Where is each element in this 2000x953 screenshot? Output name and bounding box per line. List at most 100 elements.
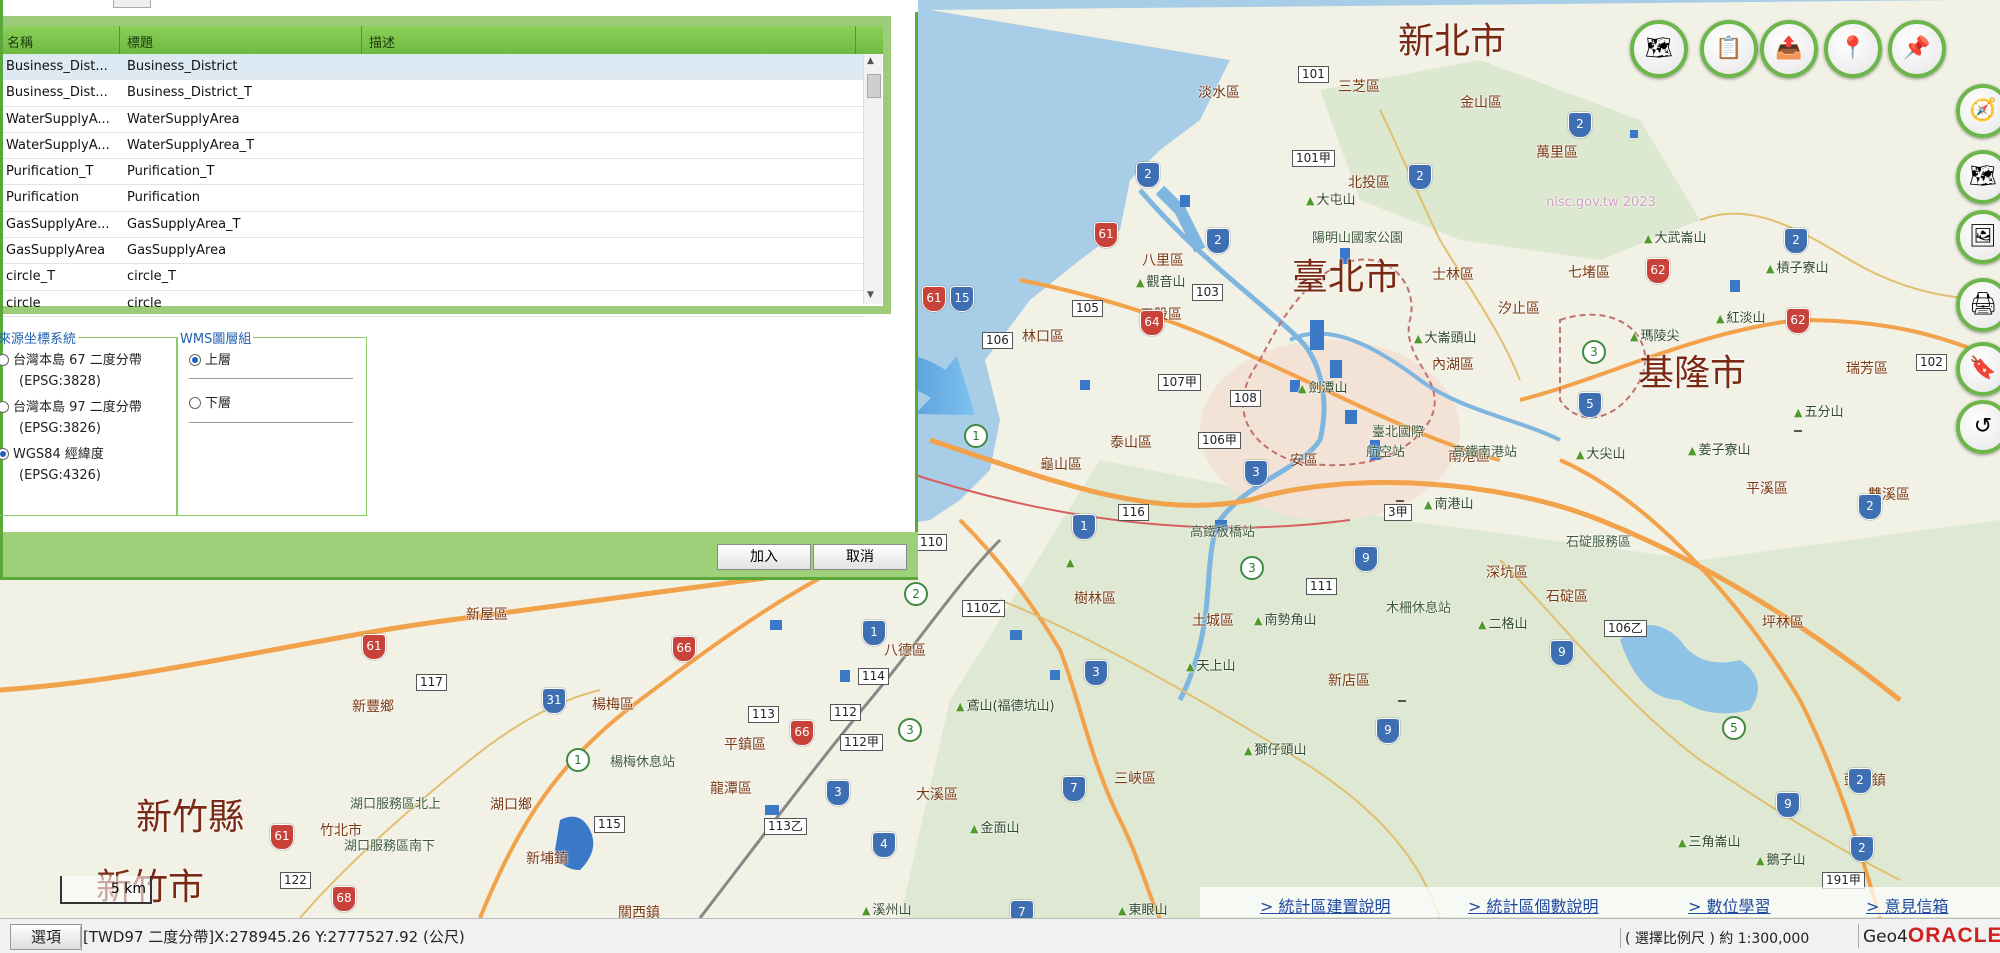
cell-title: WaterSupplyArea	[127, 111, 240, 127]
notes-icon: 📋	[1715, 36, 1743, 61]
table-row[interactable]: GasSupplyArea GasSupplyArea	[3, 238, 863, 265]
add-button[interactable]: 加入	[717, 544, 811, 570]
district-label: 三峽區	[1114, 771, 1156, 787]
mountain-label: 槓子寮山	[1766, 262, 1828, 275]
link-stat-area-build[interactable]: > 統計區建置說明	[1260, 893, 1391, 917]
column-header-description[interactable]: 描述	[369, 32, 395, 51]
radio-icon[interactable]	[189, 354, 201, 366]
table-row[interactable]: WaterSupplyA... WaterSupplyArea_T	[3, 133, 863, 160]
radio-icon[interactable]	[0, 401, 9, 413]
export-tool-button[interactable]: 📤	[1760, 20, 1818, 78]
options-button[interactable]: 選項	[10, 924, 82, 950]
provincial-shield: 61	[1094, 222, 1118, 248]
cancel-button[interactable]: 取消	[813, 544, 907, 570]
table-row[interactable]: circle_T circle_T	[3, 264, 863, 291]
crs-option[interactable]: 台灣本島 97 二度分帶 (EPSG:3826)	[0, 397, 142, 439]
route-marker: 112甲	[840, 734, 883, 751]
table-row[interactable]: GasSupplyAre... GasSupplyArea_T	[3, 212, 863, 239]
freeway-shield: 9	[1776, 792, 1800, 818]
place-label: 航空站	[1366, 445, 1406, 460]
dialog-footer: 加入 取消	[3, 532, 918, 577]
crs-option[interactable]: WGS84 經緯度 (EPSG:4326)	[0, 444, 104, 486]
layer-grid: 名稱 標題 描述 Business_Dist... Business_Distri…	[3, 26, 883, 317]
scale-selector[interactable]: ( 選擇比例尺 ) 約 1:300,000	[1620, 928, 1809, 948]
table-row[interactable]: Business_Dist... Business_District	[3, 54, 863, 81]
district-label: 新店區	[1328, 673, 1370, 689]
mountain-label: 南勢角山	[1254, 614, 1316, 627]
link-stat-area-count[interactable]: > 統計區個數說明	[1468, 893, 1599, 917]
route-marker	[1794, 430, 1802, 432]
link-digital-learning[interactable]: > 數位學習	[1688, 893, 1771, 917]
compass-icon: 🧭	[1969, 98, 1997, 123]
layers-icon: 🗺	[1969, 164, 1997, 189]
place-label: 石碇服務區	[1566, 535, 1632, 550]
provincial-road-marker: 3	[898, 718, 922, 742]
cell-title: Business_District_T	[127, 85, 252, 101]
grid-scrollbar[interactable]: ▲ ▼	[863, 54, 882, 304]
district-label: 汐止區	[1498, 301, 1540, 317]
freeway-shield: 9	[1354, 546, 1378, 572]
wms-option-label: 上層	[205, 353, 232, 368]
dialog-top-button[interactable]	[113, 0, 151, 8]
wms-option[interactable]: 下層	[189, 393, 231, 414]
table-row[interactable]: WaterSupplyA... WaterSupplyArea	[3, 107, 863, 133]
route-marker	[1398, 700, 1406, 702]
route-marker: 122	[280, 872, 311, 889]
provincial-road-marker: 2	[904, 582, 928, 606]
table-row[interactable]: Purification Purification	[3, 185, 863, 212]
cell-name: GasSupplyAre...	[6, 216, 110, 232]
wms-legend: WMS圖層組	[180, 332, 252, 347]
locate-tool-button[interactable]: 📍	[1824, 20, 1882, 78]
link-feedback[interactable]: > 意見信箱	[1866, 893, 1949, 917]
crs-option[interactable]: 台灣本島 67 二度分帶 (EPSG:3828)	[0, 350, 142, 392]
table-row[interactable]: Purification_T Purification_T	[3, 159, 863, 186]
route-marker: 111	[1306, 578, 1337, 595]
district-label: 龍潭區	[710, 781, 752, 797]
district-label: 深坑區	[1486, 565, 1528, 581]
crs-option-epsg: (EPSG:3828)	[19, 374, 101, 389]
layer-grid-frame: 名稱 標題 描述 Business_Dist... Business_Distri…	[3, 16, 891, 317]
cell-title: WaterSupplyArea_T	[127, 137, 255, 153]
column-header-title[interactable]: 標題	[127, 32, 153, 51]
scroll-up-icon[interactable]: ▲	[867, 56, 874, 66]
scroll-down-icon[interactable]: ▼	[867, 290, 874, 300]
radio-icon[interactable]	[189, 397, 201, 409]
route-marker: 114	[858, 668, 889, 685]
place-label: 楊梅休息站	[610, 755, 676, 770]
freeway-shield: 7	[1010, 900, 1034, 918]
route-marker: 102	[1916, 354, 1947, 371]
mountain-label: 紅淡山	[1716, 312, 1765, 325]
table-row[interactable]: circle circle	[3, 291, 863, 317]
district-label: 湖口鄉	[490, 797, 532, 813]
column-header-name[interactable]: 名稱	[7, 32, 33, 51]
district-label: 新埔鎮	[526, 851, 568, 867]
crs-option-epsg: (EPSG:4326)	[19, 468, 101, 483]
district-label: 土城區	[1192, 613, 1234, 629]
mountain-label: 獅仔頭山	[1244, 744, 1306, 757]
wms-option-label: 下層	[205, 396, 232, 411]
freeway-shield: 2	[1784, 228, 1808, 254]
notes-tool-button[interactable]: 📋	[1700, 20, 1758, 78]
route-marker: 101甲	[1292, 150, 1335, 167]
provincial-shield: 61	[362, 634, 386, 660]
table-row[interactable]: Business_Dist... Business_District_T	[3, 80, 863, 107]
scrollbar-thumb[interactable]	[867, 74, 881, 98]
brand-logo: Geo4ORACLE	[1858, 924, 2000, 948]
mountain-label: 大崙頭山	[1414, 332, 1476, 345]
provincial-road-marker: 5	[1722, 716, 1746, 740]
place-tool-button[interactable]: 📌	[1888, 20, 1946, 78]
district-label: 瑞芳區	[1846, 361, 1888, 377]
oracle-logo: ORACLE	[1907, 924, 2000, 947]
freeway-shield: 9	[1550, 640, 1574, 666]
radio-icon[interactable]	[0, 448, 9, 460]
layers-tool-button[interactable]: 🗺	[1630, 20, 1688, 78]
wms-option[interactable]: 上層	[189, 350, 231, 371]
provincial-road-marker: 3	[1240, 556, 1264, 580]
mountain-label: 東眼山	[1118, 904, 1167, 917]
scale-bar: 5 km	[60, 876, 152, 904]
place-label: 陽明山國家公園	[1312, 231, 1404, 246]
crs-option-label: 台灣本島 97 二度分帶	[13, 400, 142, 415]
radio-icon[interactable]	[0, 354, 9, 366]
district-label: 大溪區	[916, 787, 958, 803]
district-label: 七堵區	[1568, 265, 1610, 281]
